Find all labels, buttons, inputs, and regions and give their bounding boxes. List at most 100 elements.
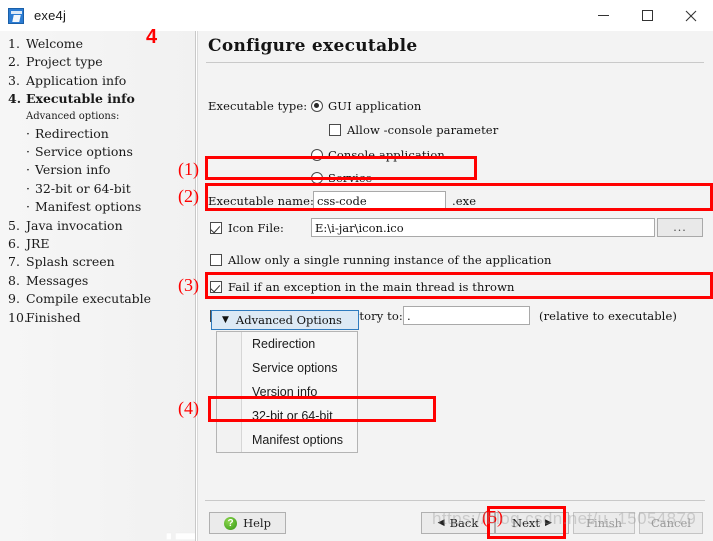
radio-icon[interactable]: [311, 149, 323, 161]
executable-name-input[interactable]: css-code: [313, 191, 446, 210]
menu-item-label: Manifest options: [252, 433, 344, 447]
menu-item-service-options[interactable]: Service options: [217, 356, 357, 380]
radio-service[interactable]: Service: [311, 171, 372, 185]
icon-file-label: Icon File:: [228, 221, 284, 235]
hint-text: (relative to executable): [539, 309, 677, 323]
executable-name-suffix: .exe: [452, 194, 476, 208]
working-directory-input[interactable]: .: [403, 306, 530, 325]
sidebar-item-jre[interactable]: 6. JRE: [8, 235, 194, 253]
step-label: Application info: [26, 72, 127, 88]
radio-gui-application[interactable]: GUI application: [311, 99, 421, 113]
step-number: 2.: [8, 54, 20, 70]
step-label: Messages: [26, 272, 89, 288]
cancel-button[interactable]: Cancel: [639, 512, 703, 534]
sidebar-item-messages[interactable]: 8. Messages: [8, 272, 194, 290]
sidebar-item-java-invocation[interactable]: 5. Java invocation: [8, 217, 194, 235]
sub-item-label: Redirection: [34, 125, 109, 141]
help-icon: ?: [224, 516, 238, 530]
label-text: Executable type:: [208, 99, 308, 113]
window-title: exe4j: [34, 8, 67, 23]
sidebar-item-32-or-64-bit[interactable]: · 32-bit or 64-bit: [8, 180, 194, 198]
suffix-text: .exe: [452, 194, 477, 208]
radio-icon[interactable]: [311, 172, 323, 184]
advanced-options-heading: Advanced options:: [26, 110, 120, 122]
label-text: Executable name:: [208, 194, 314, 208]
step-number: 6.: [8, 236, 20, 252]
icon-file-browse-button[interactable]: ...: [657, 218, 703, 237]
steps-list: 1. Welcome 2. Project type 3. Application i…: [8, 35, 194, 327]
sidebar-item-executable-info[interactable]: 4. Executable info: [8, 90, 194, 108]
exe4j-watermark: exe4j: [157, 531, 195, 541]
advanced-options-menu: Redirection Service options Version info…: [216, 331, 358, 453]
browse-label: ...: [673, 221, 687, 234]
menu-item-manifest-options[interactable]: Manifest options: [217, 428, 357, 452]
checkbox-icon-file[interactable]: Icon File:: [210, 221, 284, 235]
menu-item-redirection[interactable]: Redirection: [217, 332, 357, 356]
step-number: 3.: [8, 72, 20, 88]
advanced-options-toggle[interactable]: ▼ Advanced Options: [211, 310, 359, 330]
radio-console-application[interactable]: Console application: [311, 148, 445, 162]
footer-divider: [205, 500, 705, 501]
checkbox-label: Fail if an exception in the main thread …: [228, 280, 515, 294]
finish-label: Finish: [585, 516, 623, 530]
radio-label: Console application: [328, 148, 445, 162]
sidebar-item-splash-screen[interactable]: 7. Splash screen: [8, 253, 194, 271]
sidebar-item-finished[interactable]: 10.Finished: [8, 309, 194, 327]
step-number: 10.: [8, 309, 28, 325]
help-button[interactable]: ? Help: [209, 512, 286, 534]
working-directory-hint: (relative to executable): [539, 309, 677, 323]
sidebar-item-redirection[interactable]: · Redirection: [8, 125, 194, 143]
chevron-down-icon: ▼: [222, 314, 229, 325]
menu-item-version-info[interactable]: Version info: [217, 380, 357, 404]
step-label: Java invocation: [26, 217, 123, 233]
configure-executable-panel: Configure executable Executable type: GU…: [197, 31, 713, 541]
next-button[interactable]: Next ▶: [495, 512, 569, 534]
radio-label: Service: [328, 171, 373, 185]
executable-type-label: Executable type:: [208, 99, 307, 113]
sidebar-item-welcome[interactable]: 1. Welcome: [8, 35, 194, 53]
sidebar-item-application-info[interactable]: 3. Application info: [8, 72, 194, 90]
back-label: Back: [449, 516, 479, 530]
input-value: css-code: [317, 193, 367, 208]
sidebar-item-service-options[interactable]: · Service options: [8, 143, 194, 161]
step-label: Finished: [26, 309, 81, 325]
minimize-icon[interactable]: [581, 0, 625, 31]
radio-icon[interactable]: [311, 100, 323, 112]
step-number: 5.: [8, 217, 20, 233]
step-label: Compile executable: [26, 291, 152, 307]
checkbox-icon[interactable]: [210, 222, 222, 234]
checkbox-fail-on-exception[interactable]: Fail if an exception in the main thread …: [210, 280, 515, 294]
checkbox-icon[interactable]: [210, 281, 222, 293]
step-number: 7.: [8, 254, 20, 270]
input-value: .: [407, 308, 411, 323]
title-divider: [206, 62, 704, 63]
sidebar-item-version-info[interactable]: · Version info: [8, 161, 194, 179]
menu-item-32-bit-or-64-bit[interactable]: 32-bit or 64-bit: [217, 404, 357, 428]
bullet-icon: ·: [26, 180, 30, 196]
step-number: 8.: [8, 272, 20, 288]
back-button[interactable]: ◀ Back: [421, 512, 495, 534]
checkbox-single-instance[interactable]: Allow only a single running instance of …: [210, 253, 552, 267]
finish-button[interactable]: Finish: [573, 512, 635, 534]
checkbox-icon[interactable]: [329, 124, 341, 136]
help-label: Help: [243, 516, 271, 530]
executable-name-label: Executable name:: [208, 194, 314, 208]
icon-file-input[interactable]: E:\i-jar\icon.ico: [311, 218, 655, 237]
sidebar-item-compile-executable[interactable]: 9. Compile executable: [8, 290, 194, 308]
checkbox-icon[interactable]: [210, 254, 222, 266]
exe4j-wizard-window: exe4j 1. Welcome 2. Project type 3. Applica…: [0, 0, 713, 541]
close-icon[interactable]: [669, 0, 713, 31]
step-label: Executable info: [26, 91, 135, 107]
step-label: Welcome: [26, 36, 84, 51]
sidebar-item-project-type[interactable]: 2. Project type: [8, 53, 194, 71]
page-title: Configure executable: [208, 36, 418, 56]
bullet-icon: ·: [26, 144, 30, 160]
maximize-icon[interactable]: [625, 0, 669, 31]
bullet-icon: ·: [26, 125, 30, 141]
sub-item-label: 32-bit or 64-bit: [34, 180, 131, 196]
window-controls: [581, 0, 713, 31]
left-arrow-icon: ◀: [437, 518, 445, 528]
sidebar-item-manifest-options[interactable]: · Manifest options: [8, 198, 194, 216]
checkbox-allow-console-parameter[interactable]: Allow -console parameter: [329, 123, 498, 137]
step-number: 1.: [8, 36, 20, 51]
